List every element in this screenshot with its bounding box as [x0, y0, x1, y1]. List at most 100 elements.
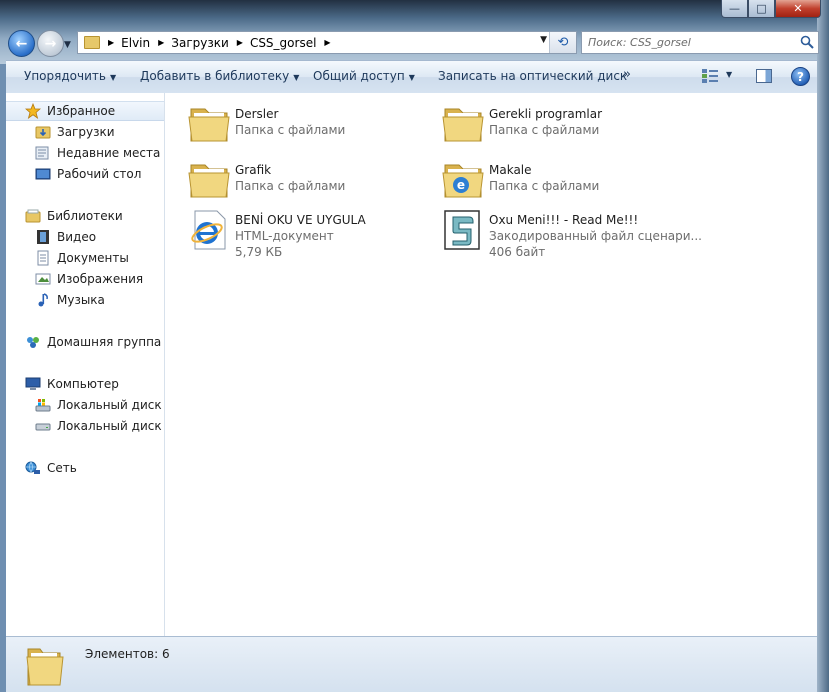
- breadcrumb-item[interactable]: Elvin: [121, 36, 150, 50]
- folder-ie-icon: e: [442, 164, 484, 198]
- more-commands-button[interactable]: »: [623, 67, 631, 82]
- breadcrumb-chevron-icon[interactable]: ▶: [108, 38, 114, 47]
- sidebar-item-label: Локальный диск (D:): [57, 419, 164, 433]
- file-size: 5,79 КБ: [235, 245, 283, 259]
- sidebar-item-label: Сеть: [47, 461, 77, 475]
- sidebar-item-drive-c[interactable]: Локальный диск (C:): [6, 395, 164, 415]
- html-document-icon: [191, 210, 226, 250]
- file-type: Закодированный файл сценари...: [489, 229, 702, 243]
- file-item[interactable]: BENİ OKU VE UYGULA HTML-документ 5,79 КБ: [185, 205, 425, 259]
- file-item[interactable]: Dersler Папка с файлами: [185, 99, 425, 149]
- file-item[interactable]: e Makale Папка с файлами: [439, 155, 679, 205]
- refresh-icon: ⟲: [557, 35, 569, 50]
- sidebar-item-label: Недавние места: [57, 146, 161, 160]
- breadcrumb-chevron-icon[interactable]: ▶: [237, 38, 243, 47]
- address-history-dropdown[interactable]: ▼: [540, 35, 547, 45]
- svg-text:e: e: [457, 178, 465, 192]
- folder-icon: [26, 648, 64, 686]
- sidebar-item-downloads[interactable]: Загрузки: [6, 122, 164, 142]
- navigation-bar: ← → ▼ ▶ Elvin ▶ Загрузки ▶ CSS_gorsel ▶ …: [0, 26, 819, 60]
- folder-icon: [442, 108, 484, 142]
- script-file-icon: [444, 210, 480, 250]
- star-icon: [25, 103, 41, 119]
- minimize-button[interactable]: —: [721, 0, 748, 18]
- sidebar-item-libraries[interactable]: Библиотеки: [6, 206, 164, 226]
- organize-button[interactable]: Упорядочить ▼: [24, 69, 116, 83]
- sidebar-item-label: Документы: [57, 251, 129, 265]
- details-pane: Элементов: 6: [6, 636, 817, 692]
- search-input[interactable]: [588, 34, 788, 50]
- music-icon: [35, 292, 51, 308]
- file-item[interactable]: Gerekli programlar Папка с файлами: [439, 99, 679, 149]
- sidebar-item-favorites[interactable]: Избранное: [6, 101, 164, 121]
- folder-icon: [188, 108, 230, 142]
- sidebar-item-desktop[interactable]: Рабочий стол: [6, 164, 164, 184]
- sidebar-item-label: Библиотеки: [47, 209, 123, 223]
- recent-pages-dropdown[interactable]: ▼: [64, 40, 71, 50]
- search-icon[interactable]: [799, 34, 815, 50]
- share-button[interactable]: Общий доступ ▼: [313, 69, 415, 83]
- breadcrumb-chevron-icon[interactable]: ▶: [324, 38, 330, 47]
- file-item[interactable]: Grafik Папка с файлами: [185, 155, 425, 205]
- sidebar-item-homegroup[interactable]: Домашняя группа: [6, 332, 164, 352]
- chevron-down-icon: ▼: [408, 73, 415, 82]
- breadcrumb-chevron-icon[interactable]: ▶: [158, 38, 164, 47]
- file-name: Grafik: [235, 163, 272, 177]
- search-box[interactable]: [581, 31, 819, 54]
- organize-label: Упорядочить: [24, 69, 106, 83]
- file-name: Gerekli programlar: [489, 107, 603, 121]
- breadcrumb-item[interactable]: Загрузки: [171, 36, 229, 50]
- sidebar-item-recent-places[interactable]: Недавние места: [6, 143, 164, 163]
- window-frame-right: [817, 0, 829, 692]
- file-item[interactable]: Oxu Meni!!! - Read Me!!! Закодированный …: [439, 205, 702, 259]
- downloads-folder-icon: [35, 124, 51, 140]
- documents-icon: [35, 250, 51, 266]
- desktop-icon: [35, 166, 51, 182]
- address-bar[interactable]: ▶ Elvin ▶ Загрузки ▶ CSS_gorsel ▶ ▼ ⟲: [77, 31, 577, 54]
- burn-button[interactable]: Записать на оптический диск: [438, 69, 627, 83]
- file-type: Папка с файлами: [235, 179, 346, 193]
- sidebar-item-label: Локальный диск (C:): [57, 398, 164, 412]
- sidebar-item-video[interactable]: Видео: [6, 227, 164, 247]
- preview-pane-icon[interactable]: [756, 69, 772, 83]
- sidebar-item-documents[interactable]: Документы: [6, 248, 164, 268]
- chevron-down-icon: ▼: [109, 73, 117, 82]
- item-count: Элементов: 6: [85, 647, 170, 661]
- command-bar: Упорядочить ▼ Добавить в библиотеку ▼ Общи…: [6, 60, 817, 94]
- back-button[interactable]: ←: [8, 30, 35, 57]
- help-icon[interactable]: ?: [791, 67, 810, 86]
- navigation-pane: Избранное Загрузки Недавние места Рабочи…: [6, 93, 165, 636]
- add-to-library-label: Добавить в библиотеку: [140, 69, 290, 83]
- file-name: Dersler: [235, 107, 279, 121]
- breadcrumb-item[interactable]: CSS_gorsel: [250, 36, 316, 50]
- burn-label: Записать на оптический диск: [438, 69, 628, 83]
- file-type: Папка с файлами: [235, 123, 346, 137]
- file-name: Oxu Meni!!! - Read Me!!!: [489, 213, 639, 227]
- sidebar-item-label: Музыка: [57, 293, 105, 307]
- file-type: Папка с файлами: [489, 179, 600, 193]
- sidebar-item-computer[interactable]: Компьютер: [6, 374, 164, 394]
- add-to-library-button[interactable]: Добавить в библиотеку ▼: [140, 69, 299, 83]
- drive-icon: [35, 418, 51, 434]
- chevron-down-icon: ▼: [293, 73, 300, 82]
- maximize-button[interactable]: □: [748, 0, 775, 18]
- close-button[interactable]: ✕: [775, 0, 821, 18]
- sidebar-item-music[interactable]: Музыка: [6, 290, 164, 310]
- pictures-icon: [35, 271, 51, 287]
- forward-button[interactable]: →: [37, 30, 64, 57]
- file-list: Dersler Папка с файлами Gerekli programl…: [165, 93, 817, 636]
- sidebar-item-network[interactable]: Сеть: [6, 458, 164, 478]
- libraries-icon: [25, 208, 41, 224]
- sidebar-item-label: Домашняя группа: [47, 335, 162, 349]
- sidebar-item-label: Компьютер: [47, 377, 119, 391]
- folder-icon: [84, 36, 100, 49]
- sidebar-item-drive-d[interactable]: Локальный диск (D:): [6, 416, 164, 436]
- homegroup-icon: [25, 334, 41, 350]
- file-name: BENİ OKU VE UYGULA: [235, 213, 366, 227]
- sidebar-item-label: Избранное: [47, 104, 116, 118]
- refresh-button[interactable]: ⟲: [549, 32, 576, 53]
- view-options-dropdown[interactable]: ▼: [726, 70, 732, 79]
- sidebar-item-pictures[interactable]: Изображения: [6, 269, 164, 289]
- caption-buttons: — □ ✕: [721, 0, 821, 18]
- change-view-icon[interactable]: [702, 69, 718, 83]
